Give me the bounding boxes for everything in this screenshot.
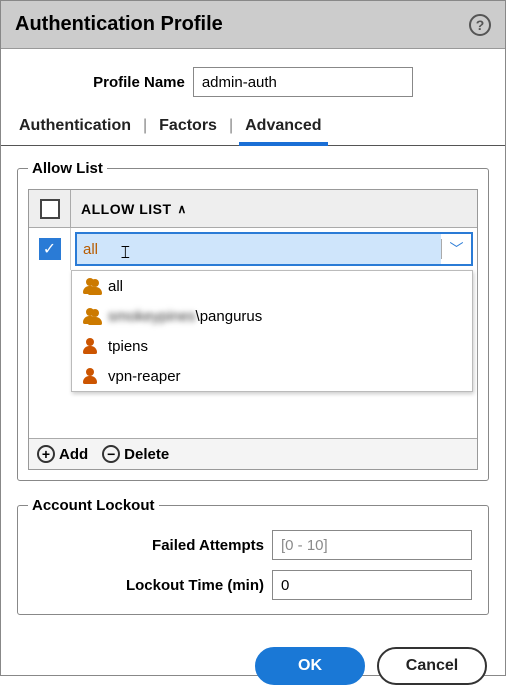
dropdown-option-all[interactable]: all (72, 271, 472, 301)
tabs: Authentication | Factors | Advanced (1, 111, 505, 146)
cancel-button-label: Cancel (406, 657, 458, 675)
user-icon (82, 367, 100, 385)
dropdown-option-label: vpn-reaper (108, 368, 181, 385)
lockout-time-label: Lockout Time (min) (34, 577, 264, 594)
allow-list-combobox[interactable]: 𝙸 ﹀ (75, 232, 473, 266)
failed-attempts-input[interactable] (272, 530, 472, 560)
add-button-label: Add (59, 446, 88, 463)
grid-footer: + Add − Delete (29, 438, 477, 469)
sort-ascending-icon: ∧ (178, 202, 187, 216)
allow-list-legend: Allow List (28, 160, 107, 177)
grid-body: ✓ 𝙸 ﹀ (29, 228, 477, 438)
dropdown-option-label: \pangurus (196, 308, 263, 325)
tab-advanced[interactable]: Advanced (243, 111, 323, 145)
tab-authentication[interactable]: Authentication (17, 111, 133, 145)
allow-list-cell: 𝙸 ﹀ (71, 228, 477, 270)
ok-button[interactable]: OK (255, 647, 365, 685)
select-all-checkbox[interactable] (29, 190, 71, 227)
dropdown-option-pangurus[interactable]: smokeypines\pangurus (72, 301, 472, 331)
user-icon (82, 337, 100, 355)
column-header-label: ALLOW LIST (81, 201, 172, 217)
dropdown-option-vpn-reaper[interactable]: vpn-reaper (72, 361, 472, 391)
profile-name-row: Profile Name (1, 67, 505, 97)
dropdown-list: all smokeypines\pangurus tpiens (71, 270, 473, 392)
dropdown-toggle[interactable]: ﹀ (441, 239, 471, 259)
dropdown-option-label: all (108, 278, 123, 295)
cancel-button[interactable]: Cancel (377, 647, 487, 685)
dialog-body: Allow List ALLOW LIST ∧ ✓ (1, 146, 505, 641)
dialog-title: Authentication Profile (15, 13, 223, 36)
lockout-time-input[interactable] (272, 570, 472, 600)
dropdown-option-obscured-prefix: smokeypines (108, 308, 196, 325)
column-header-allow-list[interactable]: ALLOW LIST ∧ (71, 201, 197, 217)
add-button[interactable]: + Add (37, 445, 88, 463)
allow-list-grid: ALLOW LIST ∧ ✓ 𝙸 (28, 189, 478, 470)
dropdown-option-label: tpiens (108, 338, 148, 355)
plus-icon: + (37, 445, 55, 463)
profile-name-label: Profile Name (93, 74, 185, 91)
tab-separator: | (229, 111, 233, 145)
dialog-window: Authentication Profile ? Profile Name Au… (0, 0, 506, 676)
delete-button-label: Delete (124, 446, 169, 463)
lockout-grid: Failed Attempts Lockout Time (min) (28, 526, 478, 604)
group-icon (82, 277, 100, 295)
chevron-down-icon: ﹀ (450, 239, 464, 259)
dropdown-option-tpiens[interactable]: tpiens (72, 331, 472, 361)
failed-attempts-label: Failed Attempts (34, 537, 264, 554)
account-lockout-fieldset: Account Lockout Failed Attempts Lockout … (17, 497, 489, 615)
profile-name-input[interactable] (193, 67, 413, 97)
delete-button[interactable]: − Delete (102, 445, 169, 463)
titlebar: Authentication Profile ? (1, 1, 505, 49)
dialog-footer: OK Cancel (1, 641, 505, 699)
allow-list-fieldset: Allow List ALLOW LIST ∧ ✓ (17, 160, 489, 481)
group-icon (82, 307, 100, 325)
ok-button-label: OK (298, 657, 322, 675)
allow-list-input[interactable] (77, 234, 441, 264)
tab-factors[interactable]: Factors (157, 111, 219, 145)
tab-separator: | (143, 111, 147, 145)
minus-icon: − (102, 445, 120, 463)
table-row: ✓ 𝙸 ﹀ (29, 228, 477, 270)
help-icon[interactable]: ? (469, 14, 491, 36)
grid-header: ALLOW LIST ∧ (29, 190, 477, 228)
account-lockout-legend: Account Lockout (28, 497, 159, 514)
row-checkbox[interactable]: ✓ (29, 228, 71, 270)
